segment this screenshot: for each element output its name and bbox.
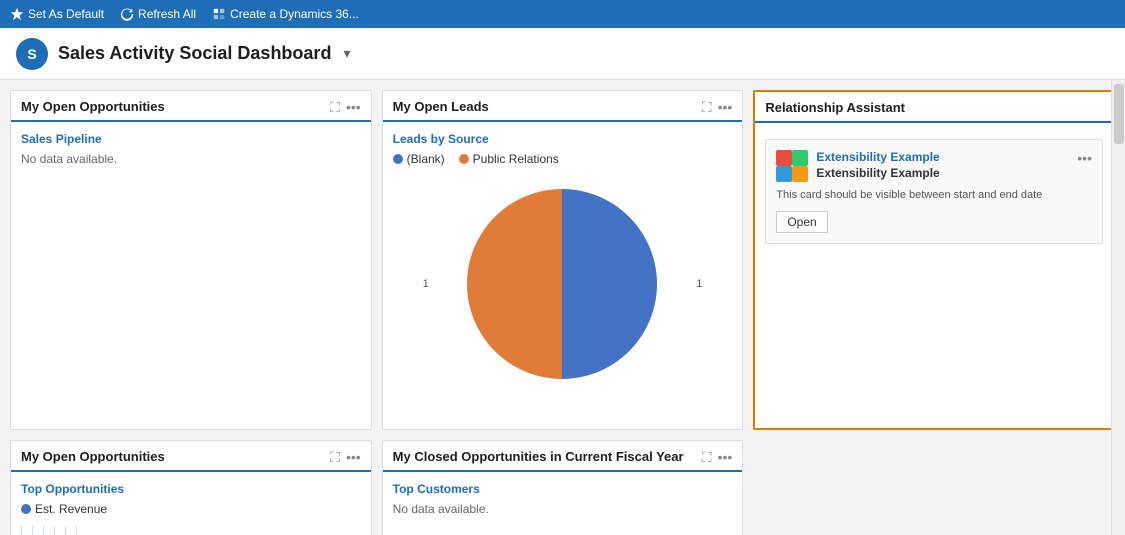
open-leads-icons: ⛶ ••• bbox=[702, 100, 733, 114]
open-opp-no-data: No data available. bbox=[21, 152, 361, 166]
header-bar: S Sales Activity Social Dashboard ▾ bbox=[0, 28, 1125, 80]
page-wrapper: Set As Default Refresh All Create a Dyna… bbox=[0, 0, 1125, 535]
main-content: My Open Opportunities ⛶ ••• Sales Pipeli… bbox=[0, 80, 1125, 535]
legend-blank: (Blank) bbox=[393, 152, 445, 166]
ra-card-title-link[interactable]: Extensibility Example bbox=[816, 150, 939, 164]
ra-card-subtitle: Extensibility Example bbox=[816, 166, 939, 180]
closed-opp-body: Top Customers No data available. bbox=[383, 472, 743, 535]
ra-more-icon[interactable]: ••• bbox=[1077, 150, 1092, 166]
closed-opp-more-icon[interactable]: ••• bbox=[718, 450, 733, 464]
ra-card-left: Extensibility Example Extensibility Exam… bbox=[776, 150, 939, 182]
legend-pr-dot bbox=[459, 154, 469, 164]
open-opp2-header: My Open Opportunities ⛶ ••• bbox=[11, 441, 371, 472]
pie-label-right: 1 bbox=[696, 278, 702, 290]
ra-title: Relationship Assistant bbox=[765, 100, 905, 115]
ra-card-desc: This card should be visible between star… bbox=[776, 188, 1092, 203]
open-leads-more-icon[interactable]: ••• bbox=[718, 100, 733, 114]
open-opp-title: My Open Opportunities bbox=[21, 99, 165, 114]
open-opp2-expand-icon[interactable]: ⛶ bbox=[330, 450, 340, 464]
pie-chart bbox=[462, 184, 662, 384]
ra-body: Extensibility Example Extensibility Exam… bbox=[755, 123, 1113, 428]
open-opp-bottom-card: My Open Opportunities ⛶ ••• Top Opportun… bbox=[10, 440, 372, 535]
open-leads-header: My Open Leads ⛶ ••• bbox=[383, 91, 743, 122]
relationship-assistant-card: Relationship Assistant bbox=[753, 90, 1115, 430]
open-opp-body: Sales Pipeline No data available. bbox=[11, 122, 371, 429]
open-opp-expand-icon[interactable]: ⛶ bbox=[330, 100, 340, 114]
ra-open-button[interactable]: Open bbox=[776, 211, 827, 233]
closed-opp-header: My Closed Opportunities in Current Fisca… bbox=[383, 441, 743, 472]
open-leads-expand-icon[interactable]: ⛶ bbox=[702, 100, 712, 114]
bar-chart-area bbox=[21, 520, 361, 535]
ra-card-text: Extensibility Example Extensibility Exam… bbox=[816, 150, 939, 180]
est-rev-dot bbox=[21, 504, 31, 514]
open-opp2-title: My Open Opportunities bbox=[21, 449, 165, 464]
extensibility-icon bbox=[776, 150, 808, 182]
sales-pipeline-label: Sales Pipeline bbox=[21, 132, 361, 146]
leads-legend: (Blank) Public Relations bbox=[393, 152, 733, 166]
open-opp-header: My Open Opportunities ⛶ ••• bbox=[11, 91, 371, 122]
open-opp2-icons: ⛶ ••• bbox=[330, 450, 361, 464]
open-leads-body: Leads by Source (Blank) Public Relations… bbox=[383, 122, 743, 429]
open-opp2-more-icon[interactable]: ••• bbox=[346, 450, 361, 464]
scrollbar[interactable] bbox=[1111, 80, 1125, 535]
pie-label-left: 1 bbox=[423, 278, 429, 290]
top-customers-label: Top Customers bbox=[393, 482, 733, 496]
open-opp2-body: Top Opportunities Est. Revenue bbox=[11, 472, 371, 535]
bar-line-3 bbox=[43, 526, 44, 535]
bar-line-6 bbox=[76, 526, 77, 535]
closed-opp-icons: ⛶ ••• bbox=[702, 450, 733, 464]
open-opp-icons: ⛶ ••• bbox=[330, 100, 361, 114]
ra-card-item: Extensibility Example Extensibility Exam… bbox=[765, 139, 1103, 244]
open-leads-card: My Open Leads ⛶ ••• Leads by Source (Bla… bbox=[382, 90, 744, 430]
bar-line-4 bbox=[54, 526, 55, 535]
closed-opp-expand-icon[interactable]: ⛶ bbox=[702, 450, 712, 464]
create-dynamics-btn[interactable]: Create a Dynamics 36... bbox=[212, 7, 359, 21]
bar-line-5 bbox=[65, 526, 66, 535]
legend-pr: Public Relations bbox=[459, 152, 559, 166]
top-opp-label: Top Opportunities bbox=[21, 482, 361, 496]
open-leads-title: My Open Leads bbox=[393, 99, 489, 114]
open-opportunities-card: My Open Opportunities ⛶ ••• Sales Pipeli… bbox=[10, 90, 372, 430]
closed-opp-no-data: No data available. bbox=[393, 502, 733, 516]
title-chevron[interactable]: ▾ bbox=[343, 45, 350, 62]
closed-opp-card: My Closed Opportunities in Current Fisca… bbox=[382, 440, 744, 535]
top-bar: Set As Default Refresh All Create a Dyna… bbox=[0, 0, 1125, 28]
pie-chart-container: 1 1 bbox=[393, 174, 733, 394]
bar-line-2 bbox=[32, 526, 33, 535]
avatar: S bbox=[16, 38, 48, 70]
page-title: Sales Activity Social Dashboard bbox=[58, 43, 331, 64]
open-opp-more-icon[interactable]: ••• bbox=[346, 100, 361, 114]
est-rev-legend: Est. Revenue bbox=[21, 502, 361, 516]
closed-opp-title: My Closed Opportunities in Current Fisca… bbox=[393, 449, 684, 464]
leads-by-source-label: Leads by Source bbox=[393, 132, 733, 146]
refresh-all-btn[interactable]: Refresh All bbox=[120, 7, 196, 21]
bar-line-1 bbox=[21, 526, 22, 535]
set-default-btn[interactable]: Set As Default bbox=[10, 7, 104, 21]
ra-card-top: Extensibility Example Extensibility Exam… bbox=[776, 150, 1092, 182]
legend-blank-dot bbox=[393, 154, 403, 164]
scroll-thumb[interactable] bbox=[1114, 84, 1124, 144]
ra-header: Relationship Assistant bbox=[755, 92, 1113, 123]
